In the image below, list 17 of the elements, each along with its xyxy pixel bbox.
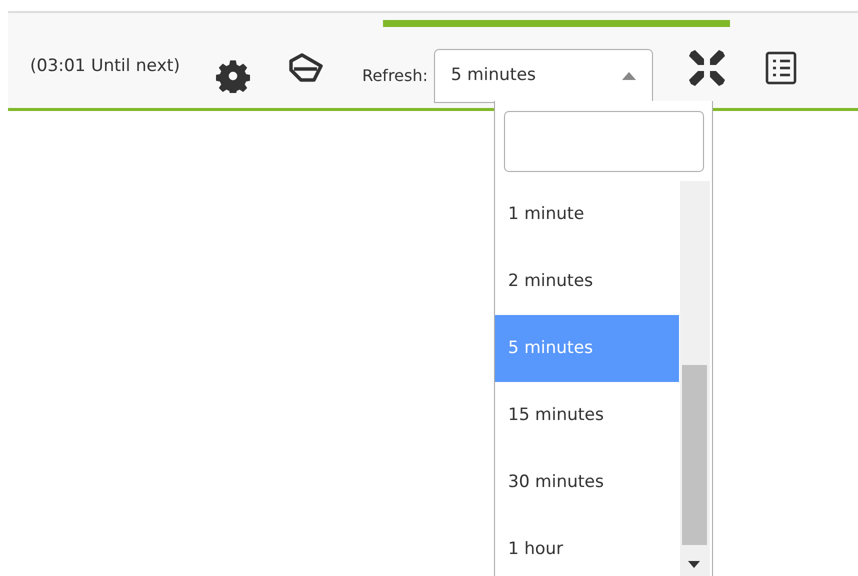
list-icon[interactable] <box>764 51 797 85</box>
caret-icon <box>622 72 636 80</box>
eraser-icon[interactable] <box>288 52 324 84</box>
dropdown-option[interactable]: 1 minute <box>495 181 679 248</box>
dropdown-option[interactable]: 1 hour <box>495 516 679 576</box>
scroll-thumb[interactable] <box>682 365 707 545</box>
compress-icon[interactable] <box>688 50 725 86</box>
scrollbar[interactable] <box>680 181 710 576</box>
dropdown-option[interactable]: 2 minutes <box>495 248 679 315</box>
refresh-label: Refresh: <box>362 65 428 87</box>
dropdown-option[interactable]: 30 minutes <box>495 449 679 516</box>
settings-icon[interactable] <box>216 59 250 93</box>
scroll-down-icon[interactable] <box>688 561 700 568</box>
dropdown-option[interactable]: 15 minutes <box>495 382 679 449</box>
countdown-text: (03:01 Until next) <box>30 55 180 78</box>
search-field[interactable] <box>504 111 704 172</box>
refresh-select[interactable]: 5 minutes <box>434 49 653 103</box>
